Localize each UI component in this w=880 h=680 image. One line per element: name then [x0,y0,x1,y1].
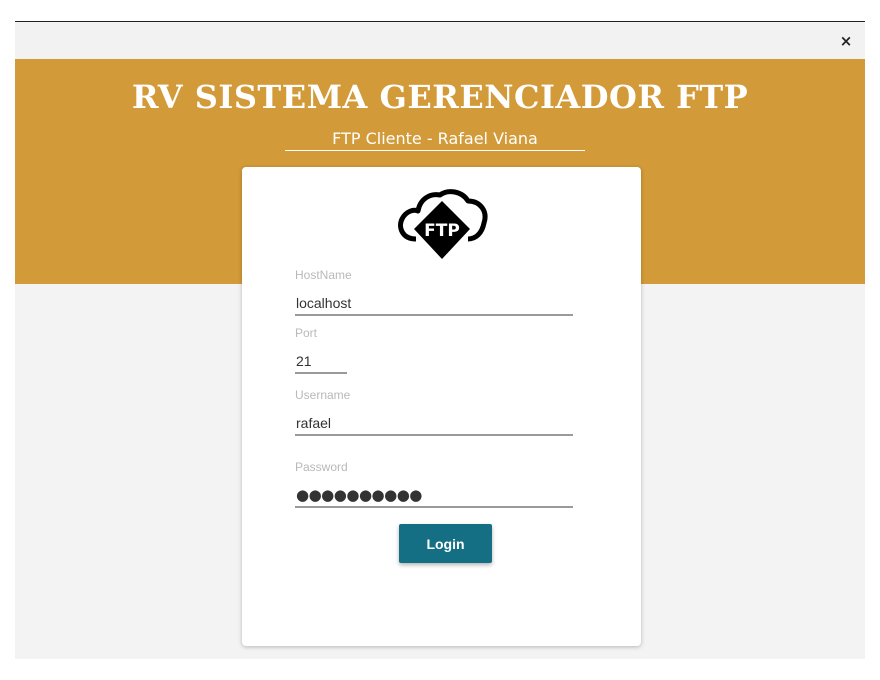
title-bar: × [15,22,865,59]
hostname-label: HostName [295,268,352,282]
login-button[interactable]: Login [399,524,492,563]
ftp-cloud-icon: FTP [398,189,488,259]
hostname-field: HostName [295,268,573,316]
password-field: Password [295,460,573,508]
port-field: Port [295,326,347,374]
password-input[interactable] [295,484,573,508]
port-input[interactable] [295,350,347,374]
username-input[interactable] [295,412,573,436]
password-label: Password [295,460,348,474]
logo-text: FTP [424,221,460,241]
hostname-input[interactable] [295,292,573,316]
close-button[interactable]: × [837,32,855,50]
app-subtitle: FTP Cliente - Rafael Viana [285,129,585,151]
port-label: Port [295,326,318,340]
username-field: Username [295,388,573,436]
username-label: Username [295,388,351,402]
app-window: × RV SISTEMA GERENCIADOR FTP FTP Cliente… [15,21,865,659]
app-title: RV SISTEMA GERENCIADOR FTP [131,78,749,116]
login-card: FTP HostName Port Username Password Logi… [242,167,641,646]
